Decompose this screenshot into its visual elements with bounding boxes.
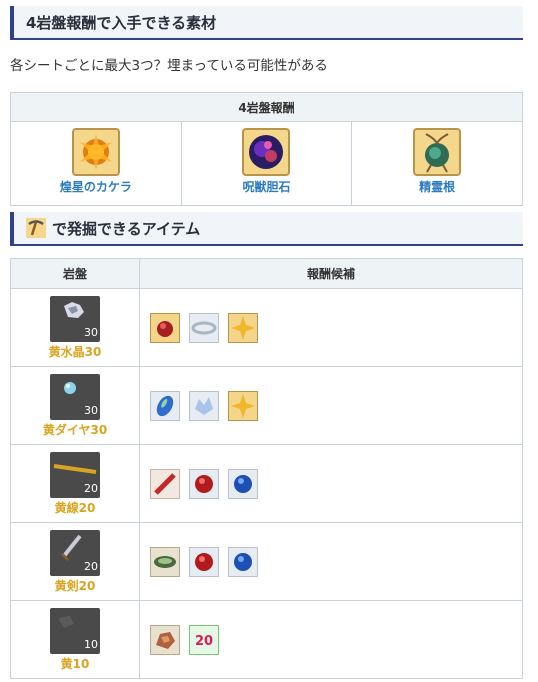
reward-badge-text: 20 (195, 634, 213, 649)
material-name[interactable]: 煌星のカケラ (12, 178, 180, 195)
column-header-rewards: 報酬候補 (139, 258, 523, 289)
section-header-materials: 4岩盤報酬で入手できる素材 (10, 6, 523, 40)
spirit-root-icon[interactable] (413, 128, 462, 176)
pickaxe-icon (26, 218, 46, 238)
rock-name: 黄10 (60, 656, 90, 671)
red-orb-icon[interactable] (189, 468, 220, 499)
materials-table-header: 4岩盤報酬 (10, 92, 523, 122)
table-row: 20 黄線20 (10, 444, 523, 523)
rock-name: 黄水晶30 (48, 344, 102, 359)
material-name[interactable]: 精霊根 (353, 178, 521, 195)
ice-crystal-icon[interactable] (189, 390, 220, 421)
rewards-cell (139, 366, 523, 445)
rock-sword-icon[interactable]: 20 (50, 529, 100, 576)
star-fragment-icon[interactable] (71, 128, 120, 176)
table-row: 20 黄剣20 (10, 522, 523, 601)
rock-cell: 20 黄線20 (10, 444, 140, 523)
cursed-beast-stone-icon[interactable] (242, 128, 291, 176)
red-orb-icon[interactable] (189, 546, 220, 577)
materials-table: 4岩盤報酬 煌星のカケラ 呪獣胆石 精霊根 (10, 92, 523, 206)
material-name[interactable]: 呪獣胆石 (183, 178, 351, 195)
rock-plain-icon[interactable]: 10 (50, 607, 100, 654)
rock-crystal-icon[interactable]: 30 (50, 295, 100, 342)
description-text: 各シートごとに最大3つ？埋まっている可能性がある (10, 58, 328, 74)
material-cell: 精霊根 (351, 121, 523, 206)
silver-ring-icon[interactable] (189, 312, 220, 343)
rock-cell: 30 黄水晶30 (10, 288, 140, 367)
bronze-ore-icon[interactable] (150, 624, 180, 655)
rock-name: 黄ダイヤ30 (42, 422, 108, 437)
rewards-cell (139, 444, 523, 523)
column-header-rock: 岩盤 (10, 258, 140, 289)
blue-orb-icon[interactable] (228, 468, 259, 499)
green-disc-icon[interactable] (150, 546, 180, 577)
rock-cell: 20 黄剣20 (10, 522, 140, 601)
rock-badge: 20 (84, 482, 98, 495)
blue-orb-icon[interactable] (228, 546, 259, 577)
rock-line-icon[interactable]: 20 (50, 451, 100, 498)
rock-badge: 30 (84, 404, 98, 417)
rock-cell: 10 黄10 (10, 600, 140, 679)
rewards-cell (139, 288, 523, 367)
dig-table: 岩盤 報酬候補 30 黄水晶30 30 黄ダイヤ30 20 黄線20 20 黄剣… (10, 258, 523, 679)
rock-diamond-icon[interactable]: 30 (50, 373, 100, 420)
rock-badge: 10 (84, 638, 98, 651)
section-header-dig: で発掘できるアイテム (10, 212, 523, 246)
table-row: 10 黄10 20 (10, 600, 523, 679)
blue-gem-icon[interactable] (150, 390, 180, 421)
gold-sparkle-icon[interactable] (228, 390, 259, 421)
table-row: 30 黄ダイヤ30 (10, 366, 523, 445)
number-20-badge-icon[interactable]: 20 (189, 624, 220, 655)
section-title-materials: 4岩盤報酬で入手できる素材 (26, 13, 217, 32)
rewards-cell (139, 522, 523, 601)
red-orb-icon[interactable] (150, 312, 180, 343)
material-cell: 呪獣胆石 (180, 121, 353, 206)
rewards-cell: 20 (139, 600, 523, 679)
red-feather-icon[interactable] (150, 468, 180, 499)
table-row: 30 黄水晶30 (10, 288, 523, 367)
rock-badge: 20 (84, 560, 98, 573)
gold-sparkle-icon[interactable] (228, 312, 259, 343)
material-cell: 煌星のカケラ (10, 121, 182, 206)
rock-cell: 30 黄ダイヤ30 (10, 366, 140, 445)
rock-badge: 30 (84, 326, 98, 339)
section-title-dig: で発掘できるアイテム (52, 219, 201, 238)
rock-name: 黄線20 (54, 500, 96, 515)
rock-name: 黄剣20 (54, 578, 96, 593)
